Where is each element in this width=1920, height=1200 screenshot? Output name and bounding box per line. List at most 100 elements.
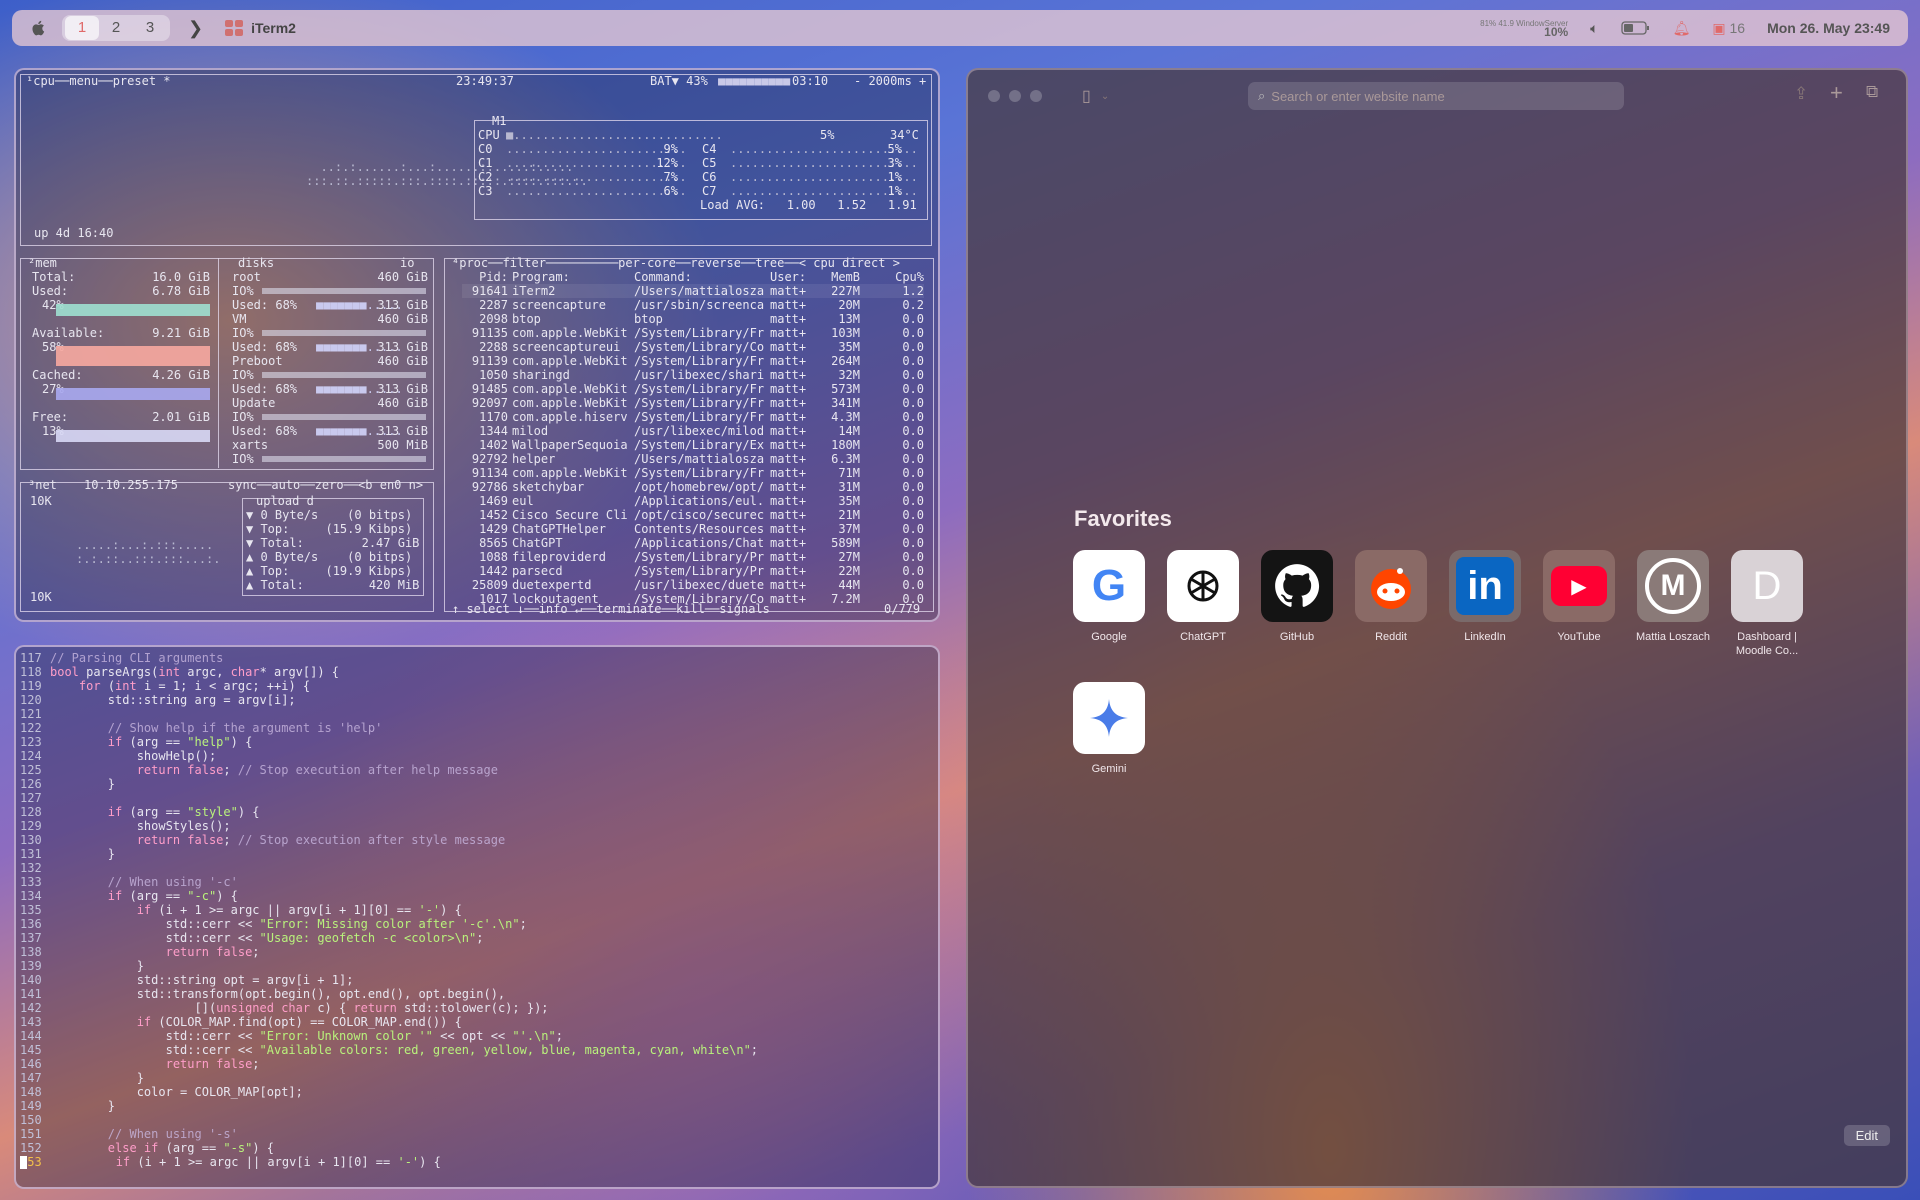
table-row[interactable]: 1402 WallpaperSequoia/System/Library/Ex ma… bbox=[462, 438, 924, 452]
minimize-button[interactable] bbox=[1009, 90, 1021, 102]
table-row[interactable]: 1429 ChatGPTHelper Contents/Resources matt+… bbox=[462, 522, 924, 536]
favorite-tile[interactable]: G Google bbox=[1064, 550, 1154, 644]
table-row[interactable]: 1452 Cisco Secure Cli/opt/cisco/securec ma… bbox=[462, 508, 924, 522]
table-row[interactable]: 1442 parsecd/System/Library/Pr matt+ 22M 0.0 bbox=[462, 564, 924, 578]
notifications-indicator[interactable]: ▣ 16 bbox=[1712, 20, 1745, 37]
close-button[interactable] bbox=[988, 90, 1000, 102]
space-1[interactable]: 1 bbox=[65, 16, 99, 40]
proc-cell: 91134 bbox=[471, 466, 508, 480]
favorite-tile[interactable]: ▶ YouTube bbox=[1534, 550, 1624, 644]
table-row[interactable]: 91641 iTerm2/Users/mattialosza matt+ 227M 1.… bbox=[462, 284, 924, 298]
line-number: 134 bbox=[20, 889, 42, 903]
line-number: 140 bbox=[20, 973, 42, 987]
code-text: std::transform(opt.begin(), opt.end(), o… bbox=[50, 987, 506, 1001]
proc-col-3[interactable]: User: bbox=[766, 270, 816, 284]
disk-size: 500 MiB bbox=[377, 438, 428, 452]
disk-size: 460 GiB bbox=[377, 270, 428, 284]
table-row[interactable]: 1344 milod/usr/libexec/milod matt+ 14M 0.0 bbox=[462, 424, 924, 438]
sidebar-icon[interactable]: ▯ bbox=[1082, 86, 1091, 106]
table-row[interactable]: 1088 fileproviderd/System/Library/Pr matt+… bbox=[462, 550, 924, 564]
tab-overview-icon[interactable]: ⧉ bbox=[1866, 82, 1878, 102]
proc-cell: 0.0 bbox=[902, 312, 924, 326]
proc-cell: eul bbox=[512, 494, 534, 508]
proc-cell: /Users/mattialosza bbox=[634, 284, 765, 298]
table-row[interactable]: 92786 sketchybar/opt/homebrew/opt/matt+ 31… bbox=[462, 480, 924, 494]
proc-col-4[interactable]: MemB bbox=[816, 270, 860, 284]
windowserver-stat[interactable]: 81% 41.9 WindowServer 10% bbox=[1480, 19, 1568, 38]
proc-cell: /usr/libexec/duete bbox=[634, 578, 765, 592]
cpu-header[interactable]: ¹cpu──menu──preset * bbox=[26, 74, 171, 88]
table-row[interactable]: 91485 com.apple.WebKit/System/Library/Fr m… bbox=[462, 382, 924, 396]
proc-footer[interactable]: ↑ select ↓──info ↵──terminate──kill──sig… bbox=[452, 602, 770, 616]
net-title[interactable]: ³net bbox=[28, 478, 57, 492]
proc-cell: 91485 bbox=[471, 382, 508, 396]
table-row[interactable]: 91134 com.apple.WebKit/System/Library/Fr m… bbox=[462, 466, 924, 480]
table-row[interactable]: 1050 sharingd/usr/libexec/shari matt+ 32M 0.… bbox=[462, 368, 924, 382]
proc-cell: 27M bbox=[838, 550, 860, 564]
table-row[interactable]: 92097 com.apple.WebKit/System/Library/Fr m… bbox=[462, 396, 924, 410]
table-row[interactable]: 1469 eul/Applications/eul. matt+ 35M 0.0 bbox=[462, 494, 924, 508]
cpu-core-name: C4 bbox=[702, 142, 717, 156]
net-options[interactable]: sync──auto──zero──<b en0 n> bbox=[228, 478, 423, 492]
code-line: 135 if (i + 1 >= argc || argv[i + 1][0] … bbox=[20, 903, 758, 917]
proc-cell: /Applications/eul. bbox=[634, 494, 765, 508]
table-row[interactable]: 2287 screencapture/usr/sbin/screenca matt+… bbox=[462, 298, 924, 312]
new-tab-icon[interactable]: + bbox=[1830, 80, 1843, 106]
code-line: 117 // Parsing CLI arguments bbox=[20, 651, 758, 665]
proc-col-5[interactable]: Cpu% bbox=[860, 270, 924, 284]
clock[interactable]: Mon 26. May 23:49 bbox=[1767, 20, 1890, 36]
net-stats-header: upload d bbox=[256, 494, 314, 508]
battery-meter: ■■■■■■■■■■ bbox=[718, 74, 791, 88]
io-label[interactable]: io bbox=[400, 256, 414, 270]
favorite-tile[interactable]: Reddit bbox=[1346, 550, 1436, 644]
favorite-tile[interactable]: M Mattia Loszach bbox=[1628, 550, 1718, 644]
favorite-tile[interactable]: ChatGPT bbox=[1158, 550, 1248, 644]
mem-title[interactable]: ²mem bbox=[28, 256, 57, 270]
proc-cell: Contents/Resources bbox=[634, 522, 765, 536]
favorite-tile[interactable]: GitHub bbox=[1252, 550, 1342, 644]
btop-terminal-window[interactable]: ¹cpu──menu──preset * 23:49:37 BAT▼ 43% ■… bbox=[14, 68, 940, 622]
active-app-name[interactable]: iTerm2 bbox=[251, 20, 296, 36]
disks-divider bbox=[218, 258, 219, 468]
proc-col-0[interactable]: Pid: bbox=[462, 270, 508, 284]
address-bar[interactable]: ⌕ Search or enter website name bbox=[1248, 82, 1624, 110]
edit-button[interactable]: Edit bbox=[1843, 1125, 1890, 1146]
proc-cell: 0.0 bbox=[902, 340, 924, 354]
table-row[interactable]: 1170 com.apple.hiserv/System/Library/Fr ma… bbox=[462, 410, 924, 424]
favorite-tile[interactable]: D Dashboard | Moodle Co... bbox=[1722, 550, 1812, 658]
favorite-tile[interactable]: Gemini bbox=[1064, 682, 1154, 776]
table-row[interactable]: 91135 com.apple.WebKit/System/Library/Fr m… bbox=[462, 326, 924, 340]
table-row[interactable]: 2288 screencaptureui/System/Library/Co mat… bbox=[462, 340, 924, 354]
safari-window[interactable]: ▯ ⌄ ⌕ Search or enter website name ⇪ + ⧉… bbox=[966, 68, 1908, 1188]
space-3[interactable]: 3 bbox=[133, 16, 167, 40]
proc-cell: /System/Library/Fr bbox=[634, 410, 765, 424]
table-row[interactable]: 8565 ChatGPT/Applications/Chat matt+ 589M 0.… bbox=[462, 536, 924, 550]
share-icon[interactable]: ⇪ bbox=[1794, 84, 1808, 104]
chevron-down-icon[interactable]: ⌄ bbox=[1101, 91, 1109, 102]
table-row[interactable]: 25809 duetexpertd/usr/libexec/duete matt+ 4… bbox=[462, 578, 924, 592]
table-row[interactable]: 92792 helper/Users/mattialosza matt+ 6.3M 0.… bbox=[462, 452, 924, 466]
code-editor-window[interactable]: 117 // Parsing CLI arguments 118 bool parse… bbox=[14, 645, 940, 1189]
disks-title[interactable]: disks bbox=[238, 256, 274, 270]
line-number: 129 bbox=[20, 819, 42, 833]
disk-used-size: 313 GiB bbox=[377, 340, 428, 354]
bell-icon[interactable]: 🔔︎ bbox=[1673, 20, 1691, 37]
space-2[interactable]: 2 bbox=[99, 16, 133, 40]
proc-header[interactable]: ⁴proc──filter──────────per-core──reverse… bbox=[452, 256, 900, 270]
proc-col-2[interactable]: Command: bbox=[630, 270, 766, 284]
proc-col-1[interactable]: Program: bbox=[508, 270, 630, 284]
refresh-rate[interactable]: - 2000ms + bbox=[854, 74, 926, 88]
code-view[interactable]: 117 // Parsing CLI arguments 118 bool parse… bbox=[20, 651, 758, 1169]
zoom-button[interactable] bbox=[1030, 90, 1042, 102]
line-number: 152 bbox=[20, 1141, 42, 1155]
proc-cell: 0.0 bbox=[902, 396, 924, 410]
table-row[interactable]: 91139 com.apple.WebKit/System/Library/Fr m… bbox=[462, 354, 924, 368]
table-row[interactable]: 2098 btop btop matt+ 13M 0.0 bbox=[462, 312, 924, 326]
volume-icon[interactable]: 🔈︎ bbox=[1590, 20, 1598, 37]
proc-cell: /System/Library/Fr bbox=[634, 354, 765, 368]
favorite-tile[interactable]: in LinkedIn bbox=[1440, 550, 1530, 644]
line-number: 144 bbox=[20, 1029, 42, 1043]
apple-icon[interactable] bbox=[30, 19, 48, 37]
code-text: if (i + 1 >= argc || argv[i + 1][0] == '… bbox=[115, 1155, 441, 1169]
battery-icon[interactable] bbox=[1620, 21, 1651, 35]
